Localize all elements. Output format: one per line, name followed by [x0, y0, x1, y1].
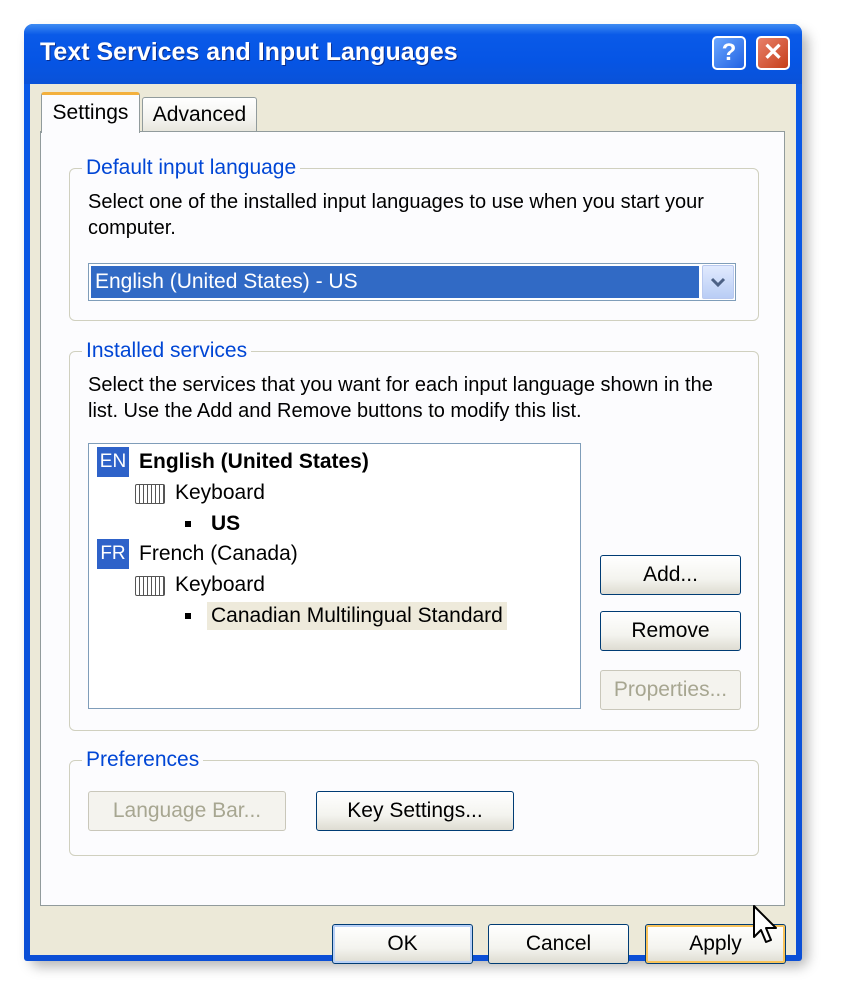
installed-services-legend: Installed services [82, 339, 252, 363]
language-badge-fr: FR [97, 539, 129, 569]
preferences-group: Preferences Language Bar... Key Settings… [69, 748, 759, 856]
installed-services-description-line1: Select the services that you want for ea… [88, 374, 713, 396]
default-language-description-line1: Select one of the installed input langua… [88, 191, 704, 213]
dialog-window: Text Services and Input Languages ? ✕ Se… [24, 24, 802, 964]
close-button[interactable]: ✕ [756, 36, 790, 70]
default-language-description-line2: computer. [88, 217, 176, 239]
key-settings-button[interactable]: Key Settings... [316, 791, 514, 831]
default-input-language-group: Default input language Select one of the… [69, 156, 759, 321]
mouse-pointer-icon [753, 905, 777, 943]
installed-services-group: Installed services Select the services t… [69, 339, 759, 731]
installed-services-tree[interactable]: EN English (United States) Keyboard US F… [88, 443, 581, 709]
help-button[interactable]: ? [712, 36, 746, 70]
tab-advanced[interactable]: Advanced [142, 97, 257, 133]
keyboard-icon [135, 576, 165, 596]
installed-services-description-line2: list. Use the Add and Remove buttons to … [88, 400, 582, 422]
tree-item-keyboard-fr[interactable]: Keyboard [175, 571, 265, 599]
language-bar-button[interactable]: Language Bar... [88, 791, 286, 831]
keyboard-icon [135, 484, 165, 504]
preferences-legend: Preferences [82, 748, 204, 772]
bullet-icon [185, 521, 191, 527]
default-language-dropdown[interactable]: English (United States) - US [88, 263, 736, 301]
remove-button[interactable]: Remove [600, 611, 741, 651]
ok-button[interactable]: OK [332, 924, 473, 964]
default-input-language-legend: Default input language [82, 156, 301, 180]
add-button[interactable]: Add... [600, 555, 741, 595]
tab-settings[interactable]: Settings [41, 92, 140, 133]
dropdown-button[interactable] [702, 265, 734, 299]
language-badge-en: EN [97, 447, 129, 477]
properties-button[interactable]: Properties... [600, 670, 741, 710]
chevron-down-icon [710, 277, 726, 288]
settings-tab-panel: Default input language Select one of the… [40, 131, 785, 906]
window-title: Text Services and Input Languages [40, 38, 458, 66]
default-language-selected-value: English (United States) - US [91, 266, 699, 298]
dialog-client-area: Settings Advanced Default input language… [30, 84, 796, 964]
tree-item-layout-us[interactable]: US [211, 510, 240, 538]
cancel-button[interactable]: Cancel [488, 924, 629, 964]
tree-item-english[interactable]: English (United States) [139, 448, 369, 476]
tree-item-layout-canadian[interactable]: Canadian Multilingual Standard [207, 602, 507, 630]
tree-item-keyboard-en[interactable]: Keyboard [175, 479, 265, 507]
title-bar[interactable]: Text Services and Input Languages ? ✕ [24, 24, 802, 84]
bullet-icon [185, 613, 191, 619]
tree-item-french[interactable]: French (Canada) [139, 540, 298, 568]
